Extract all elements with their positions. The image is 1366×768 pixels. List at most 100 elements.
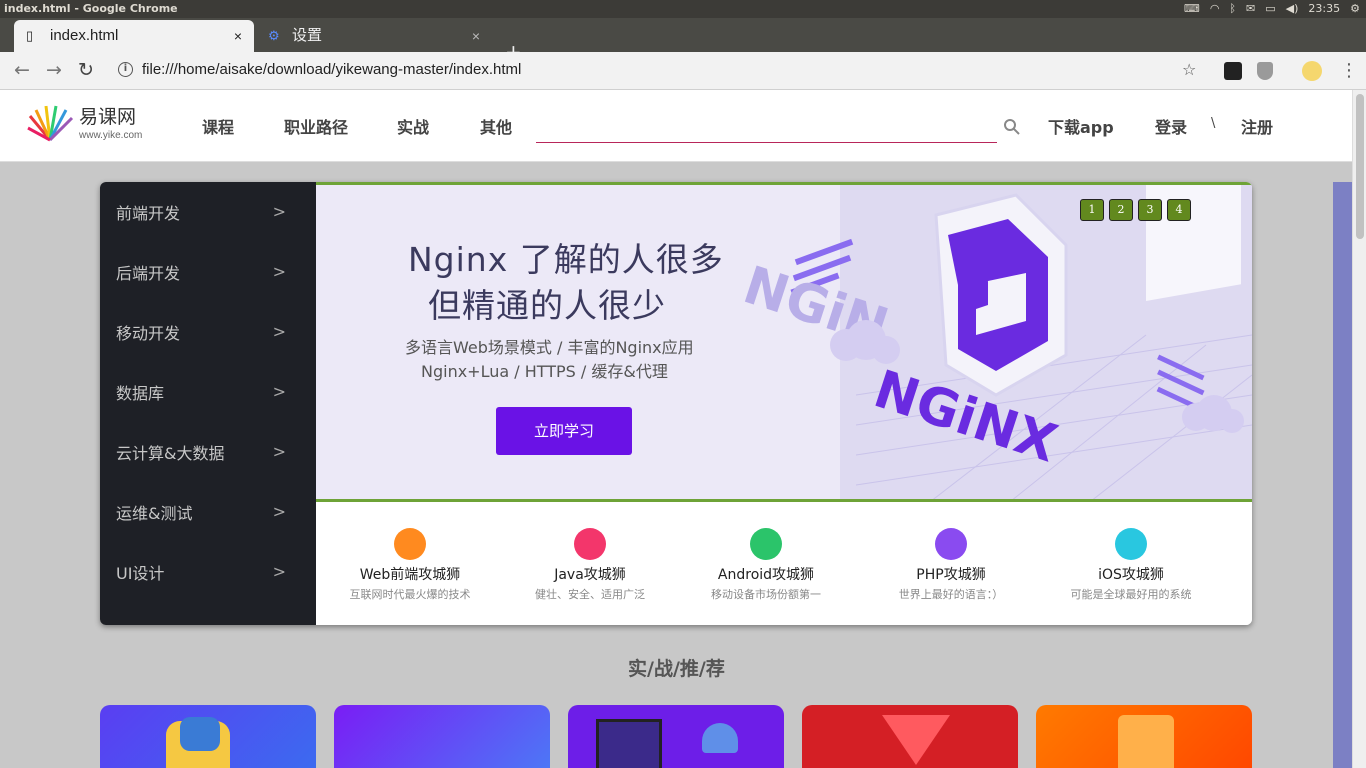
system-tray: ⌨ ◠ ᛒ ✉ ▭ ◀) 23:35 ⚙	[1184, 0, 1360, 18]
sidebar-item-label: 前端开发	[116, 204, 181, 223]
device-illustration	[1118, 715, 1174, 768]
logo-icon[interactable]	[26, 102, 74, 144]
nav-courses[interactable]: 课程	[202, 114, 234, 138]
carousel-dot-2[interactable]: 2	[1109, 199, 1133, 221]
mail-icon[interactable]: ✉	[1246, 0, 1255, 18]
nav-practice[interactable]: 实战	[397, 114, 429, 138]
keyboard-icon[interactable]: ⌨	[1184, 0, 1200, 18]
banner-card: 前端开发 > 后端开发 > 移动开发 > 数据库 > 云计算&大数据 > 运维&测试 > U…	[100, 182, 1252, 625]
category-title: Java攻城狮	[554, 567, 626, 583]
sidebar-item-label: 数据库	[116, 384, 165, 403]
sidebar-item-ops-testing[interactable]: 运维&测试 >	[116, 500, 286, 524]
menu-icon[interactable]: ⋮	[1340, 60, 1358, 81]
bluetooth-icon[interactable]: ᛒ	[1229, 0, 1236, 18]
reload-icon[interactable]: ↻	[74, 58, 98, 82]
carousel-dot-3[interactable]: 3	[1138, 199, 1162, 221]
forward-icon[interactable]: →	[42, 58, 66, 82]
search-icon[interactable]	[1003, 118, 1021, 136]
category-android[interactable]: Android攻城狮 移动设备市场份额第一	[676, 528, 856, 602]
avatar[interactable]	[1302, 61, 1322, 81]
sidebar-item-mobile[interactable]: 移动开发 >	[116, 320, 286, 344]
tab-strip: ▯ index.html × ⚙ 设置 × +	[0, 18, 1366, 64]
android-robot-icon	[702, 723, 738, 753]
login-link[interactable]: 登录	[1155, 114, 1187, 138]
category-web[interactable]: Web前端攻城狮 互联网时代最火爆的技术	[320, 528, 500, 602]
battery-icon[interactable]: ▭	[1265, 0, 1275, 18]
sidebar-item-database[interactable]: 数据库 >	[116, 380, 286, 404]
info-icon[interactable]: i	[118, 62, 133, 77]
sidebar-item-label: 移动开发	[116, 324, 181, 343]
course-card-5[interactable]	[1036, 705, 1252, 768]
bookmark-star-icon[interactable]: ☆	[1182, 60, 1196, 79]
phone-illustration	[596, 719, 662, 768]
chevron-right-icon: >	[272, 382, 286, 401]
category-title: Web前端攻城狮	[359, 567, 461, 583]
nav-career-path[interactable]: 职业路径	[284, 114, 348, 138]
carousel-banner[interactable]: NGiNX NGiN Nginx 了解的人很多 但精通的人很少 多语言Web场景…	[316, 182, 1252, 502]
os-top-bar: index.html - Google Chrome ⌨ ◠ ᛒ ✉ ▭ ◀) …	[0, 0, 1366, 18]
chevron-right-icon: >	[272, 502, 286, 521]
web-icon	[394, 528, 426, 560]
logo-subtitle: www.yike.com	[79, 130, 143, 141]
category-desc: 健壮、安全、适用广泛	[535, 588, 645, 601]
register-link[interactable]: 注册	[1241, 114, 1273, 138]
tab-label: index.html	[50, 27, 119, 44]
category-php[interactable]: PHP攻城狮 世界上最好的语言：）	[861, 528, 1041, 602]
login-register-separator: \	[1211, 116, 1216, 131]
category-sidebar: 前端开发 > 后端开发 > 移动开发 > 数据库 > 云计算&大数据 > 运维&测试 > U…	[100, 182, 316, 625]
tab-settings[interactable]: ⚙ 设置 ×	[256, 20, 492, 52]
category-title: Android攻城狮	[717, 567, 815, 583]
search-underline	[536, 142, 997, 143]
category-title: iOS攻城狮	[1098, 567, 1164, 583]
career-categories: Web前端攻城狮 互联网时代最火爆的技术 Java攻城狮 健壮、安全、适用广泛 …	[316, 502, 1252, 625]
sidebar-item-label: 运维&测试	[116, 504, 193, 523]
search-input[interactable]	[536, 114, 997, 140]
android-icon	[750, 528, 782, 560]
sidebar-item-cloud-bigdata[interactable]: 云计算&大数据 >	[116, 440, 286, 464]
back-icon[interactable]: ←	[10, 58, 34, 82]
logo-text[interactable]: 易课网	[79, 102, 136, 129]
close-icon[interactable]: ×	[472, 20, 480, 52]
chevron-right-icon: >	[272, 322, 286, 341]
section-title: 实/战/推/荐	[628, 658, 725, 680]
learn-now-button[interactable]: 立即学习	[496, 407, 632, 455]
course-card-android[interactable]	[568, 705, 784, 768]
sidebar-item-label: UI设计	[116, 564, 165, 583]
side-accent-strip	[1333, 182, 1352, 768]
close-icon[interactable]: ×	[234, 20, 242, 52]
scrollbar-thumb[interactable]	[1356, 94, 1364, 239]
sidebar-item-frontend[interactable]: 前端开发 >	[116, 200, 286, 224]
chevron-right-icon: >	[272, 202, 286, 221]
category-desc: 世界上最好的语言：）	[898, 588, 1004, 601]
sidebar-item-backend[interactable]: 后端开发 >	[116, 260, 286, 284]
category-desc: 移动设备市场份额第一	[711, 588, 821, 601]
nginx-artwork: NGiNX NGiN	[736, 185, 1252, 499]
gear-icon[interactable]: ⚙	[1350, 0, 1360, 18]
category-ios[interactable]: iOS攻城狮 可能是全球最好用的系统	[1041, 528, 1221, 602]
chevron-right-icon: >	[272, 442, 286, 461]
course-card-2[interactable]	[334, 705, 550, 768]
site-header: 易课网 www.yike.com 课程 职业路径 实战 其他 下载app 登录 …	[0, 90, 1352, 162]
address-bar[interactable]: file:///home/aisake/download/yikewang-ma…	[142, 61, 521, 78]
shield-icon[interactable]	[1257, 62, 1273, 80]
category-java[interactable]: Java攻城狮 健壮、安全、适用广泛	[500, 528, 680, 602]
volume-icon[interactable]: ◀)	[1286, 0, 1299, 18]
course-card-vue[interactable]	[802, 705, 1018, 768]
page-icon: ▯	[26, 28, 34, 43]
vue-logo-icon	[882, 715, 950, 765]
wifi-icon[interactable]: ◠	[1210, 0, 1220, 18]
sidebar-item-label: 云计算&大数据	[116, 444, 225, 463]
download-app-link[interactable]: 下载app	[1048, 114, 1114, 138]
page-viewport: 易课网 www.yike.com 课程 职业路径 实战 其他 下载app 登录 …	[0, 90, 1352, 768]
tab-index[interactable]: ▯ index.html ×	[14, 20, 254, 52]
nav-other[interactable]: 其他	[480, 114, 512, 138]
carousel-dot-1[interactable]: 1	[1080, 199, 1104, 221]
carousel-dot-4[interactable]: 4	[1167, 199, 1191, 221]
tab-label: 设置	[292, 27, 323, 44]
sidebar-item-ui-design[interactable]: UI设计 >	[116, 560, 286, 584]
course-card-python[interactable]	[100, 705, 316, 768]
page-scrollbar[interactable]	[1352, 90, 1366, 768]
extension-icon[interactable]	[1224, 62, 1242, 80]
clock[interactable]: 23:35	[1308, 0, 1340, 18]
settings-gear-icon: ⚙	[268, 28, 280, 43]
